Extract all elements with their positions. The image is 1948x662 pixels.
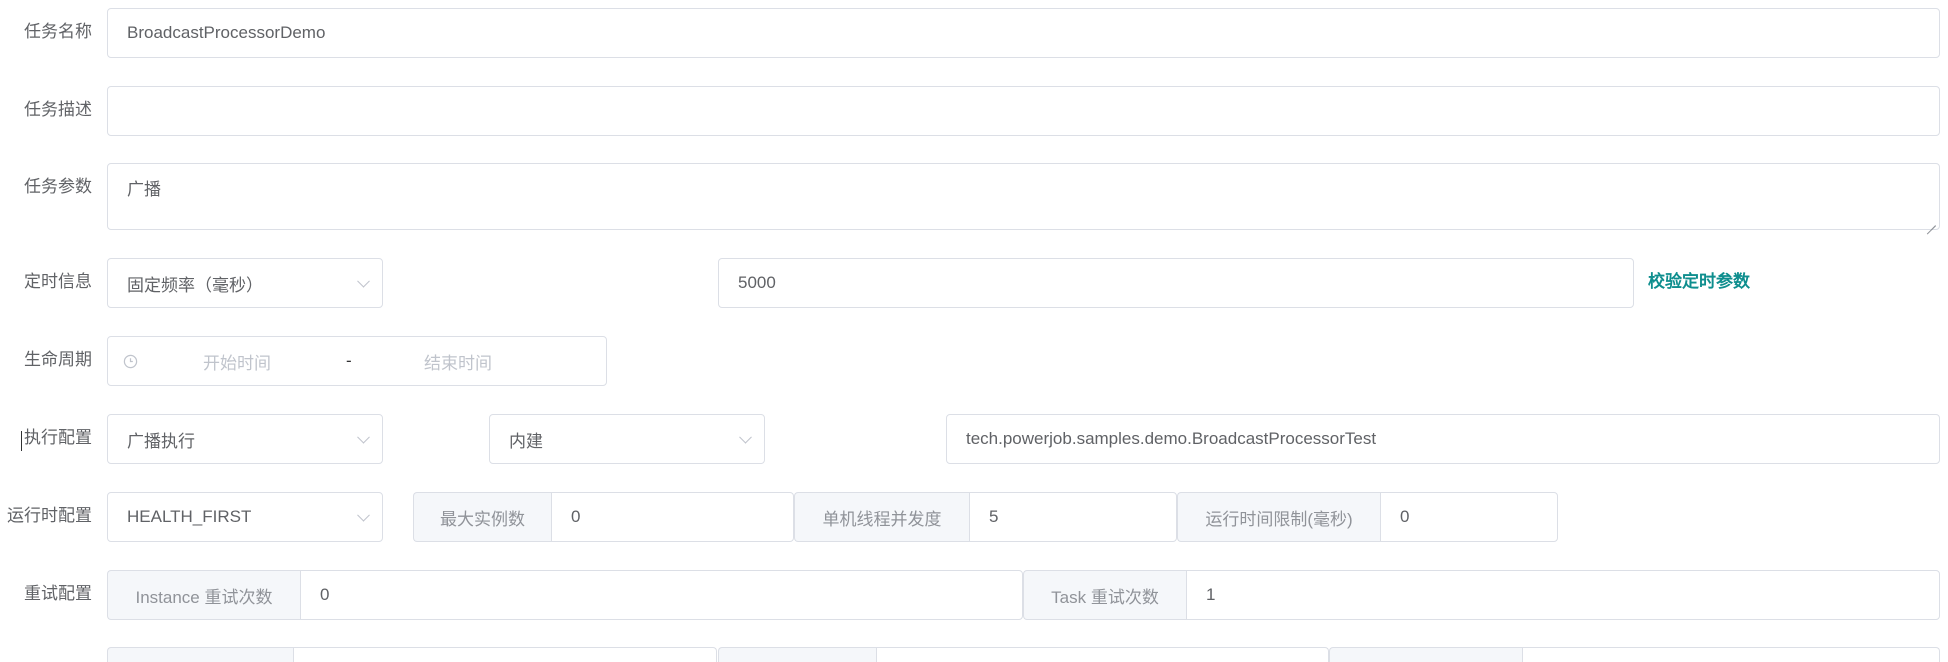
timing-label: 定时信息 [24,272,92,291]
task-retry-group: Task 重试次数 1 [1023,570,1940,620]
concurrency-group: 单机线程并发度 5 [794,492,1177,542]
next-row-input-3[interactable] [1522,647,1940,662]
next-row-prepend-2 [718,647,876,662]
task-name-value: BroadcastProcessorDemo [127,23,326,42]
concurrency-label: 单机线程并发度 [794,492,969,542]
chevron-down-icon [357,274,370,288]
task-params-textarea[interactable]: 广播 [107,163,1940,230]
task-retry-input[interactable]: 1 [1186,570,1940,620]
next-row-prepend-1 [107,647,293,662]
resize-handle-icon[interactable] [1927,217,1936,226]
lifecycle-range-picker[interactable]: 开始时间 - 结束时间 [107,336,607,386]
lifecycle-start-placeholder[interactable]: 开始时间 [203,337,271,385]
max-instances-label: 最大实例数 [413,492,551,542]
chevron-down-icon [739,430,752,444]
task-desc-label: 任务描述 [24,100,92,119]
instance-retry-label: Instance 重试次数 [107,570,300,620]
processor-info-value: tech.powerjob.samples.demo.BroadcastProc… [966,429,1377,448]
instance-retry-group: Instance 重试次数 0 [107,570,1023,620]
runtime-label: 运行时配置 [7,506,92,525]
next-row-group-1 [107,647,717,662]
task-params-value: 广播 [127,180,161,199]
lifecycle-end-placeholder[interactable]: 结束时间 [424,337,492,385]
retry-label: 重试配置 [24,584,92,603]
execution-label: 执行配置 [24,428,92,447]
clock-icon [123,354,138,374]
concurrency-input[interactable]: 5 [969,492,1177,542]
timing-type-select[interactable]: 固定频率（毫秒） [107,258,383,308]
lifecycle-separator: - [346,351,352,370]
processor-info-input[interactable]: tech.powerjob.samples.demo.BroadcastProc… [946,414,1940,464]
next-row-prepend-3 [1329,647,1522,662]
timing-expression-value: 5000 [738,273,776,292]
execution-mode-value: 广播执行 [127,431,195,451]
lifecycle-label: 生命周期 [24,350,92,369]
timing-expression-input[interactable]: 5000 [718,258,1634,308]
instance-retry-input[interactable]: 0 [300,570,1023,620]
dispatch-strategy-value: HEALTH_FIRST [127,507,252,526]
next-row-input-1[interactable] [293,647,717,662]
dispatch-strategy-select[interactable]: HEALTH_FIRST [107,492,383,542]
task-retry-label: Task 重试次数 [1023,570,1186,620]
chevron-down-icon [357,430,370,444]
task-params-label: 任务参数 [24,177,92,196]
execution-mode-select[interactable]: 广播执行 [107,414,383,464]
processor-type-select[interactable]: 内建 [489,414,765,464]
timing-type-value: 固定频率（毫秒） [127,275,263,295]
max-instances-input[interactable]: 0 [551,492,794,542]
processor-type-value: 内建 [509,431,543,451]
task-name-input[interactable]: BroadcastProcessorDemo [107,8,1940,58]
chevron-down-icon [357,508,370,522]
max-instances-group: 最大实例数 0 [413,492,794,542]
task-desc-input[interactable] [107,86,1940,136]
time-limit-group: 运行时间限制(毫秒) 0 [1177,492,1558,542]
next-row-group-2 [718,647,1329,662]
time-limit-input[interactable]: 0 [1380,492,1558,542]
next-row-group-3 [1329,647,1940,662]
validate-timing-link[interactable]: 校验定时参数 [1648,270,1750,294]
time-limit-label: 运行时间限制(毫秒) [1177,492,1380,542]
task-name-label: 任务名称 [24,22,92,41]
next-row-input-2[interactable] [876,647,1329,662]
